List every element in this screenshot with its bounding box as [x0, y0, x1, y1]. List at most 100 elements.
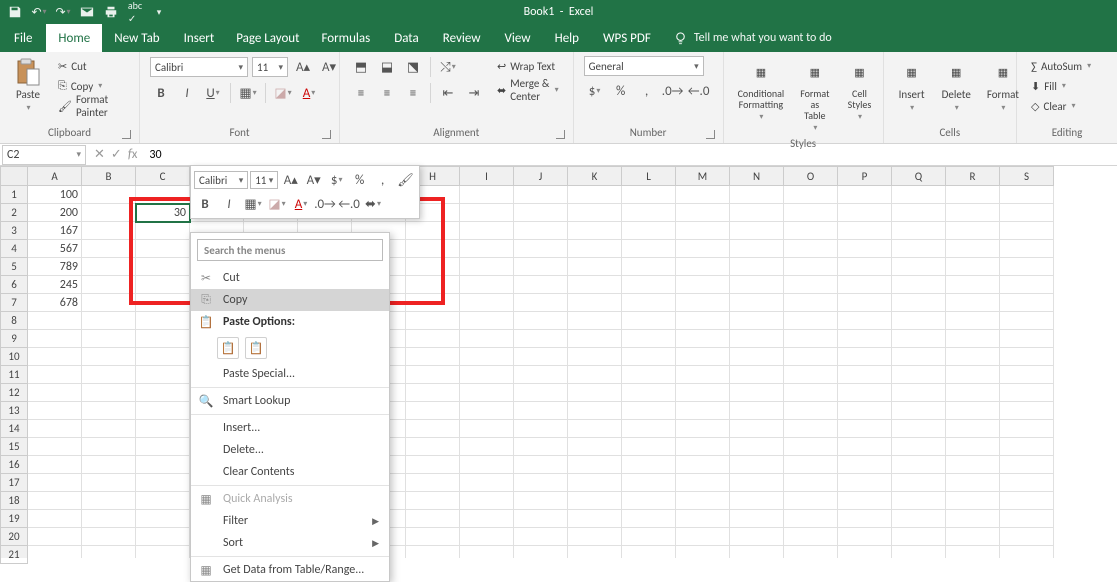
percent-format-icon[interactable]: %: [610, 80, 632, 102]
mini-decrease-decimal-icon[interactable]: ←.0: [338, 193, 360, 215]
row-header-2[interactable]: 2: [0, 204, 28, 222]
cell-M12[interactable]: [676, 384, 730, 402]
cell-O16[interactable]: [784, 456, 838, 474]
cell-Q19[interactable]: [892, 510, 946, 528]
cell-R15[interactable]: [946, 438, 1000, 456]
cell-A16[interactable]: [28, 456, 82, 474]
conditional-formatting-button[interactable]: ▦ConditionalFormatting▾: [734, 56, 789, 124]
cell-I20[interactable]: [460, 528, 514, 546]
column-header-B[interactable]: B: [82, 166, 136, 186]
cell-N11[interactable]: [730, 366, 784, 384]
cell-H7[interactable]: [406, 294, 460, 312]
cell-C11[interactable]: [136, 366, 190, 384]
cell-B20[interactable]: [82, 528, 136, 546]
cell-A13[interactable]: [28, 402, 82, 420]
cell-R18[interactable]: [946, 492, 1000, 510]
column-header-I[interactable]: I: [460, 166, 514, 186]
cell-P11[interactable]: [838, 366, 892, 384]
cell-A11[interactable]: [28, 366, 82, 384]
cell-M7[interactable]: [676, 294, 730, 312]
cell-C17[interactable]: [136, 474, 190, 492]
wrap-text-button[interactable]: ↩Wrap Text: [493, 56, 563, 76]
context-paste-special[interactable]: Paste Special...: [191, 363, 389, 385]
tab-data[interactable]: Data: [382, 24, 431, 52]
row-header-13[interactable]: 13: [0, 402, 28, 420]
cell-H4[interactable]: [406, 240, 460, 258]
border-button[interactable]: ▦▾: [237, 82, 259, 104]
cell-P4[interactable]: [838, 240, 892, 258]
cell-H16[interactable]: [406, 456, 460, 474]
row-header-14[interactable]: 14: [0, 420, 28, 438]
cell-I4[interactable]: [460, 240, 514, 258]
cell-N3[interactable]: [730, 222, 784, 240]
cell-A6[interactable]: 245: [28, 276, 82, 294]
cell-I19[interactable]: [460, 510, 514, 528]
column-header-S[interactable]: S: [1000, 166, 1054, 186]
cell-O14[interactable]: [784, 420, 838, 438]
cell-J6[interactable]: [514, 276, 568, 294]
cell-S2[interactable]: [1000, 204, 1054, 222]
cell-H5[interactable]: [406, 258, 460, 276]
cell-Q18[interactable]: [892, 492, 946, 510]
cell-K14[interactable]: [568, 420, 622, 438]
cell-R7[interactable]: [946, 294, 1000, 312]
cell-I18[interactable]: [460, 492, 514, 510]
cell-M2[interactable]: [676, 204, 730, 222]
cell-O17[interactable]: [784, 474, 838, 492]
tell-me-search[interactable]: Tell me what you want to do: [663, 24, 842, 52]
row-header-21[interactable]: 21: [0, 546, 28, 564]
cell-R16[interactable]: [946, 456, 1000, 474]
cell-N15[interactable]: [730, 438, 784, 456]
cell-B13[interactable]: [82, 402, 136, 420]
cell-I13[interactable]: [460, 402, 514, 420]
cell-M11[interactable]: [676, 366, 730, 384]
cell-L1[interactable]: [622, 186, 676, 204]
cell-J14[interactable]: [514, 420, 568, 438]
cell-O6[interactable]: [784, 276, 838, 294]
cell-L10[interactable]: [622, 348, 676, 366]
cell-B15[interactable]: [82, 438, 136, 456]
cell-I21[interactable]: [460, 546, 514, 558]
mini-comma-icon[interactable]: ,: [372, 169, 393, 191]
cell-R2[interactable]: [946, 204, 1000, 222]
cell-R11[interactable]: [946, 366, 1000, 384]
cell-C13[interactable]: [136, 402, 190, 420]
cell-A3[interactable]: 167: [28, 222, 82, 240]
cell-K7[interactable]: [568, 294, 622, 312]
cell-I10[interactable]: [460, 348, 514, 366]
cancel-formula-icon[interactable]: ✕: [94, 147, 105, 162]
column-header-Q[interactable]: Q: [892, 166, 946, 186]
cell-C3[interactable]: [136, 222, 190, 240]
cell-S3[interactable]: [1000, 222, 1054, 240]
cell-Q20[interactable]: [892, 528, 946, 546]
cell-R10[interactable]: [946, 348, 1000, 366]
tab-insert[interactable]: Insert: [172, 24, 227, 52]
cell-P2[interactable]: [838, 204, 892, 222]
cell-A4[interactable]: 567: [28, 240, 82, 258]
cell-P7[interactable]: [838, 294, 892, 312]
paste-button[interactable]: Paste▾: [10, 56, 46, 115]
cell-C21[interactable]: [136, 546, 190, 558]
delete-cells-button[interactable]: ▦Delete▾: [938, 56, 975, 115]
cell-H13[interactable]: [406, 402, 460, 420]
cell-H6[interactable]: [406, 276, 460, 294]
cell-S17[interactable]: [1000, 474, 1054, 492]
cell-B9[interactable]: [82, 330, 136, 348]
cell-J21[interactable]: [514, 546, 568, 558]
cell-K9[interactable]: [568, 330, 622, 348]
cell-N1[interactable]: [730, 186, 784, 204]
cell-M20[interactable]: [676, 528, 730, 546]
cell-J2[interactable]: [514, 204, 568, 222]
context-sort[interactable]: Sort▶: [191, 532, 389, 554]
tab-help[interactable]: Help: [543, 24, 591, 52]
cell-H10[interactable]: [406, 348, 460, 366]
cell-M1[interactable]: [676, 186, 730, 204]
cell-Q10[interactable]: [892, 348, 946, 366]
cell-J20[interactable]: [514, 528, 568, 546]
tab-wps-pdf[interactable]: WPS PDF: [591, 24, 663, 52]
cell-A20[interactable]: [28, 528, 82, 546]
cell-P20[interactable]: [838, 528, 892, 546]
cell-S9[interactable]: [1000, 330, 1054, 348]
paste-option-values[interactable]: 📋: [245, 337, 267, 359]
cell-S7[interactable]: [1000, 294, 1054, 312]
